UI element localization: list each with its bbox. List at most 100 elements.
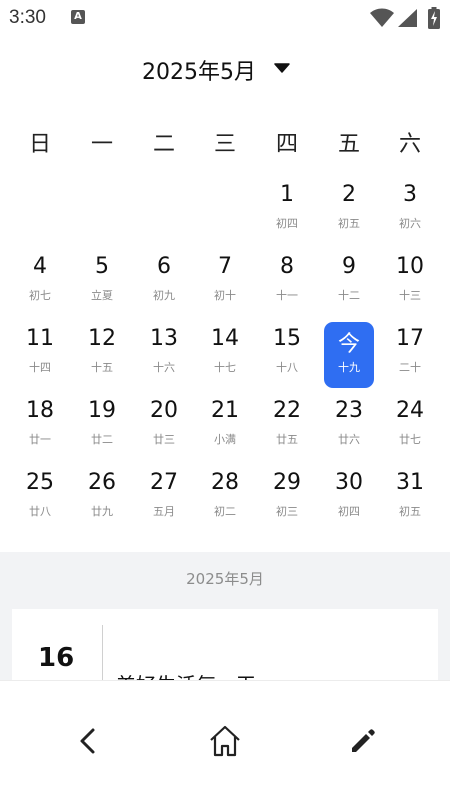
day-cell[interactable]: 29 初三 [262,466,312,532]
lunar-date: 初四 [276,217,298,230]
event-card[interactable]: 16 美好生活每一天 [12,609,438,680]
day-cell[interactable]: 20 廿三 [139,394,189,460]
day-cell[interactable]: 3 初六 [385,178,435,244]
lunar-date: 廿二 [91,433,113,446]
bottom-nav [0,680,450,801]
day-number: 6 [157,254,171,279]
lunar-date: 廿五 [276,433,298,446]
day-cell[interactable]: 23 廿六 [324,394,374,460]
weekday-label: 四 [275,132,298,157]
events-month-label: 2025年5月 [186,570,264,588]
lunar-date: 十五 [91,361,113,374]
day-number: 26 [88,470,116,495]
day-cell[interactable]: 13 十六 [139,322,189,388]
back-button[interactable] [64,717,112,765]
weekday-header: 日一二三四五六 [0,126,450,160]
lunar-date: 初三 [276,505,298,518]
day-cell[interactable]: 6 初九 [139,250,189,316]
status-time: 3:30 [9,7,46,28]
day-cell[interactable]: 2 初五 [324,178,374,244]
day-cell[interactable]: 24 廿七 [385,394,435,460]
day-number: 20 [150,398,178,423]
lunar-date: 十六 [153,361,175,374]
day-cell[interactable]: 18 廿一 [15,394,65,460]
day-cell[interactable]: 28 初二 [200,466,250,532]
day-number: 28 [211,470,239,495]
weekday-label: 三 [213,132,236,157]
day-cell[interactable]: 1 初四 [262,178,312,244]
day-cell[interactable]: 19 廿二 [77,394,127,460]
lunar-date: 立夏 [91,289,113,302]
day-cell[interactable]: 30 初四 [324,466,374,532]
edit-button[interactable] [339,717,387,765]
day-number: 1 [280,182,294,207]
lunar-date: 初七 [29,289,51,302]
lunar-date: 十七 [214,361,236,374]
day-cell[interactable]: 12 十五 [77,322,127,388]
event-day: 16 [38,643,75,673]
month-selector[interactable]: 2025年5月 [0,50,450,88]
lunar-date: 十八 [276,361,298,374]
lunar-date: 初六 [399,217,421,230]
lunar-date: 十一 [276,289,298,302]
lunar-date: 廿三 [153,433,175,446]
day-number: 17 [396,326,424,351]
day-cell[interactable]: 25 廿八 [15,466,65,532]
day-cell[interactable]: 10 十三 [385,250,435,316]
lunar-date: 廿一 [29,433,51,446]
lunar-date: 十二 [338,289,360,302]
status-bar: 3:30 A [0,0,450,36]
events-section: 2025年5月 16 美好生活每一天 [0,552,450,680]
day-number: 18 [26,398,54,423]
lunar-date: 廿八 [29,505,51,518]
day-number: 7 [218,254,232,279]
battery-charging-icon [428,7,440,29]
day-number: 5 [95,254,109,279]
caret-down-icon[interactable] [274,63,290,73]
day-number: 12 [88,326,116,351]
lunar-date: 初五 [399,505,421,518]
lunar-date: 小满 [214,433,236,446]
day-number: 14 [211,326,239,351]
weekday-label: 日 [28,132,51,157]
day-cell[interactable]: 22 廿五 [262,394,312,460]
day-cell[interactable]: 5 立夏 [77,250,127,316]
day-cell[interactable]: 31 初五 [385,466,435,532]
day-number: 15 [273,326,301,351]
day-cell[interactable]: 11 十四 [15,322,65,388]
month-title[interactable]: 2025年5月 [142,54,256,86]
lunar-date: 廿七 [399,433,421,446]
day-cell[interactable]: 17 二十 [385,322,435,388]
day-cell-today[interactable]: 今十九 [324,322,374,388]
weekday-label: 五 [337,132,360,157]
weekday-label: 二 [152,132,175,157]
lunar-date: 初五 [338,217,360,230]
day-cell[interactable]: 21 小满 [200,394,250,460]
day-cell[interactable]: 26 廿九 [77,466,127,532]
day-cell[interactable]: 9 十二 [324,250,374,316]
accessibility-a-icon: A [71,10,85,24]
day-cell[interactable]: 7 初十 [200,250,250,316]
day-cell[interactable]: 27 五月 [139,466,189,532]
edit-icon [352,729,375,752]
lunar-date: 五月 [153,505,175,518]
day-cell[interactable]: 4 初七 [15,250,65,316]
day-cell[interactable]: 15 十八 [262,322,312,388]
lunar-date: 廿九 [91,505,113,518]
lunar-date: 十三 [399,289,421,302]
day-cell[interactable]: 8 十一 [262,250,312,316]
lunar-date: 初九 [153,289,175,302]
day-number: 25 [26,470,54,495]
signal-icon [398,9,417,27]
lunar-date: 二十 [399,361,421,374]
day-number: 19 [88,398,116,423]
day-number: 31 [396,470,424,495]
day-number: 8 [280,254,294,279]
day-number: 3 [403,182,417,207]
home-button[interactable] [201,717,249,765]
lunar-date: 初四 [338,505,360,518]
wifi-icon [370,8,394,27]
day-number: 24 [396,398,424,423]
day-cell[interactable]: 14 十七 [200,322,250,388]
day-number: 10 [396,254,424,279]
